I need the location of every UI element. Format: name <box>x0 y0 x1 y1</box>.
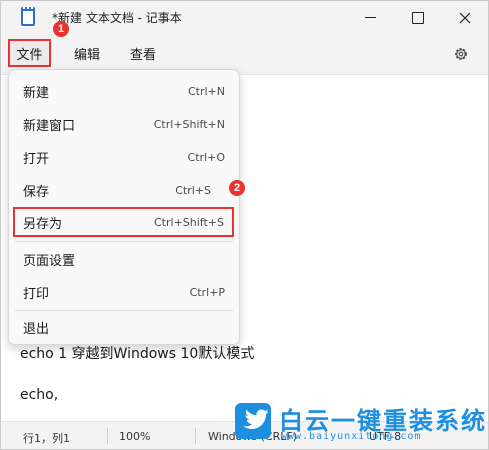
step-badge-1: 1 <box>53 21 69 37</box>
maximize-icon <box>412 11 424 24</box>
menu-item-label: 退出 <box>23 321 50 337</box>
menu-item-label: 新建 <box>23 85 50 101</box>
settings-gear-icon[interactable] <box>453 46 469 62</box>
menu-separator <box>15 310 233 311</box>
close-button[interactable] <box>442 1 488 34</box>
watermark-url: www.baiyunxitong.com <box>281 431 422 442</box>
status-divider <box>107 428 108 444</box>
file-menu-save-as[interactable]: 另存为 Ctrl+Shift+S <box>13 207 234 237</box>
editor-line-1: echo 1 穿越到Windows 10默认模式 <box>20 346 255 362</box>
menu-separator <box>15 241 233 242</box>
file-menu-print[interactable]: 打印 Ctrl+P <box>15 277 233 307</box>
file-menu-new[interactable]: 新建 Ctrl+N <box>15 76 233 106</box>
menu-item-label: 新建窗口 <box>23 118 76 134</box>
menu-item-shortcut: Ctrl+N <box>187 84 225 98</box>
window-title: *新建 文本文档 - 记事本 <box>52 11 182 25</box>
maximize-button[interactable] <box>395 1 441 34</box>
file-menu-dropdown: 新建 Ctrl+N 新建窗口 Ctrl+Shift+N 打开 Ctrl+O 保存… <box>8 69 240 345</box>
minimize-button[interactable] <box>347 1 393 34</box>
step-badge-2: 2 <box>229 180 245 196</box>
file-menu-save[interactable]: 保存 Ctrl+S <box>15 175 233 205</box>
status-divider <box>195 428 196 444</box>
notepad-window: *新建 文本文档 - 记事本 文件 编辑 查看 echo 1 穿越到Window… <box>0 0 489 450</box>
menu-item-label: 打印 <box>23 286 50 302</box>
cursor-position: 行1，列1 <box>23 432 70 445</box>
menu-view[interactable]: 查看 <box>121 39 165 67</box>
menu-item-shortcut: Ctrl+O <box>187 150 225 164</box>
menu-item-label: 页面设置 <box>23 253 76 269</box>
file-menu-open[interactable]: 打开 Ctrl+O <box>15 142 233 172</box>
watermark-logo: 白云一键重装系统 www.baiyunxitong.com <box>233 401 485 447</box>
zoom-level: 100% <box>119 430 151 443</box>
file-menu-new-window[interactable]: 新建窗口 Ctrl+Shift+N <box>15 109 233 139</box>
menu-item-label: 保存 <box>23 184 50 200</box>
file-menu-page-setup[interactable]: 页面设置 <box>15 244 233 274</box>
menu-item-label: 另存为 <box>23 216 63 232</box>
twitter-bird-icon <box>235 403 271 439</box>
editor-line-2: echo, <box>20 387 59 403</box>
menu-item-label: 打开 <box>23 151 50 167</box>
menu-item-shortcut: Ctrl+S <box>175 183 211 197</box>
menu-item-shortcut: Ctrl+Shift+N <box>153 117 225 131</box>
menu-file[interactable]: 文件 <box>8 39 51 67</box>
title-bar: *新建 文本文档 - 记事本 <box>1 1 488 34</box>
menu-item-shortcut: Ctrl+Shift+S <box>154 215 224 229</box>
menu-item-shortcut: Ctrl+P <box>189 285 225 299</box>
file-menu-exit[interactable]: 退出 <box>15 312 233 342</box>
close-icon <box>459 12 471 23</box>
menu-edit[interactable]: 编辑 <box>65 39 109 67</box>
notepad-app-icon <box>21 7 35 26</box>
minimize-icon <box>364 17 376 18</box>
